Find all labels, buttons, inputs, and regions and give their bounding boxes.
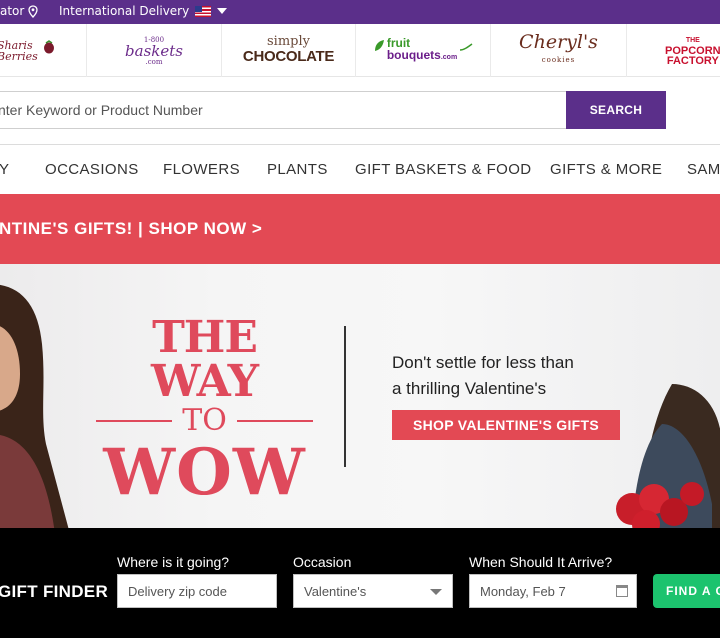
zip-code-placeholder: Delivery zip code	[128, 583, 227, 599]
nav-item-gift-baskets-food[interactable]: GIFT BASKETS & FOOD	[355, 161, 532, 178]
nav-item-gifts-more[interactable]: GIFTS & MORE	[550, 161, 662, 178]
calendar-icon[interactable]	[616, 585, 628, 597]
main-navigation: Y OCCASIONS FLOWERS PLANTS GIFT BASKETS …	[0, 144, 720, 194]
1800-baskets-logo: 1-800 baskets .com	[125, 35, 183, 66]
nav-item-occasions[interactable]: OCCASIONS	[45, 161, 139, 178]
woman-with-roses-photo	[616, 384, 720, 528]
nav-item-flowers[interactable]: FLOWERS	[163, 161, 240, 178]
fruit-leaf-icon	[374, 39, 384, 51]
nav-item-plants[interactable]: PLANTS	[267, 161, 328, 178]
hero-headline: THE WAY TO WOW	[92, 312, 317, 510]
zip-code-input[interactable]: Delivery zip code	[117, 574, 277, 608]
zip-label: Where is it going?	[117, 554, 230, 570]
promo-banner[interactable]: NTINE'S GIFTS! | SHOP NOW >	[0, 194, 720, 264]
us-flag-icon	[195, 5, 212, 17]
vine-icon	[460, 42, 473, 51]
dropdown-arrow-icon	[430, 589, 442, 595]
cheryls-cookies-logo: Cheryl's cookies	[519, 30, 598, 64]
occasion-value: Valentine's	[304, 583, 367, 599]
international-delivery-menu[interactable]: International Delivery	[59, 4, 228, 18]
nav-item-holiday[interactable]: Y	[0, 161, 9, 178]
woman-photo-left	[0, 284, 69, 528]
delivery-date-input[interactable]: Monday, Feb 7	[469, 574, 637, 608]
simply-chocolate-logo: simply CHOCOLATE	[242, 34, 335, 65]
delivery-date-label: When Should It Arrive?	[469, 554, 613, 570]
berry-icon	[43, 39, 54, 53]
find-a-gift-label: FIND A G	[666, 584, 720, 598]
headline-rule-left	[96, 420, 173, 422]
headline-line-2: TO	[92, 406, 317, 436]
brand-fruit-bouquets[interactable]: fruit bouquets.com	[356, 24, 491, 77]
brand-sharis-berries[interactable]: Sharis Berries	[0, 24, 87, 77]
store-locator-link[interactable]: ator	[0, 4, 38, 18]
hero-tagline: Don't settle for less than a thrilling V…	[392, 353, 574, 398]
fruit-bouquets-logo: fruit bouquets.com	[386, 36, 458, 62]
brand-simply-chocolate[interactable]: simply CHOCOLATE	[222, 24, 356, 77]
hero-banner[interactable]: THE WAY TO WOW Don't settle for less tha…	[0, 264, 720, 528]
delivery-date-value: Monday, Feb 7	[480, 583, 566, 599]
nav-item-same-day[interactable]: SAM	[687, 161, 720, 178]
brand-1800-baskets[interactable]: 1-800 baskets .com	[87, 24, 222, 77]
chevron-down-icon	[217, 8, 228, 14]
headline-line-1: THE WAY	[151, 312, 259, 407]
headline-line-3: WOW	[103, 435, 306, 510]
brand-cheryls-cookies[interactable]: Cheryl's cookies	[491, 24, 627, 77]
international-delivery-label: International Delivery	[59, 4, 190, 18]
popcorn-factory-logo: THE POPCORN FACTORY	[665, 36, 720, 67]
find-a-gift-button[interactable]: FIND A G	[653, 574, 720, 608]
gift-finder-title: GIFT FINDER	[0, 582, 109, 601]
headline-rule-right	[236, 420, 313, 422]
brand-popcorn-factory[interactable]: THE POPCORN FACTORY	[627, 24, 720, 77]
location-pin-icon	[28, 4, 38, 18]
occasion-select[interactable]: Valentine's	[293, 574, 453, 608]
search-button[interactable]: SEARCH	[566, 91, 666, 129]
gift-finder: GIFT FINDER Where is it going? Delivery …	[0, 528, 720, 638]
search-input[interactable]: nter Keyword or Product Number	[0, 91, 567, 129]
hero-divider	[344, 326, 346, 467]
shop-valentines-gifts-button[interactable]: SHOP VALENTINE'S GIFTS	[392, 410, 620, 440]
sharis-berries-logo: Sharis Berries	[0, 38, 38, 63]
brand-strip: Sharis Berries 1-800 baskets .com simply…	[0, 24, 720, 77]
search-button-label: SEARCH	[589, 103, 643, 117]
top-utility-bar: ator International Delivery	[0, 0, 720, 24]
promo-banner-text: NTINE'S GIFTS! | SHOP NOW >	[0, 219, 263, 238]
search-placeholder: nter Keyword or Product Number	[0, 102, 203, 118]
store-locator-label: ator	[0, 4, 25, 18]
occasion-label: Occasion	[293, 554, 352, 570]
shop-valentines-gifts-label: SHOP VALENTINE'S GIFTS	[413, 417, 599, 433]
